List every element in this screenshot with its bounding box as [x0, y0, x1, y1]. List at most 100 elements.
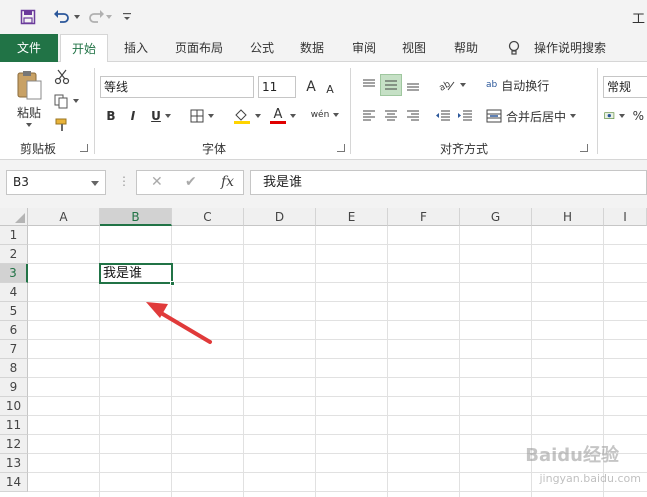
row-header-1[interactable]: 1	[0, 226, 28, 245]
ribbon-tabs: 文件 开始 插入 页面布局 公式 数据 审阅 视图 帮助 操作说明搜索	[0, 34, 647, 63]
bold-button[interactable]: B	[102, 106, 120, 126]
row-header-13[interactable]: 13	[0, 454, 28, 473]
tab-review[interactable]: 审阅	[342, 34, 386, 62]
paste-icon[interactable]	[12, 68, 46, 104]
fill-color-button[interactable]	[230, 106, 264, 126]
quick-access-toolbar: 工	[0, 0, 647, 34]
row-header-7[interactable]: 7	[0, 340, 28, 359]
formula-input[interactable]: 我是谁	[250, 170, 647, 195]
row-header-4[interactable]: 4	[0, 283, 28, 302]
underline-icon: U	[151, 109, 161, 123]
font-color-button[interactable]: A	[266, 106, 300, 126]
column-header-e[interactable]: E	[316, 208, 388, 226]
align-middle-icon[interactable]	[380, 74, 402, 96]
tab-view[interactable]: 视图	[392, 34, 436, 62]
undo-dropdown-icon[interactable]	[72, 7, 82, 27]
align-left-icon[interactable]	[358, 106, 380, 126]
underline-button[interactable]: U	[146, 106, 176, 126]
paste-button-label[interactable]: 粘贴	[10, 104, 48, 120]
format-painter-icon[interactable]	[52, 116, 72, 134]
name-box-dropdown-icon[interactable]	[91, 181, 99, 186]
insert-function-icon[interactable]: fx	[221, 174, 234, 190]
wrap-text-label: 自动换行	[501, 78, 550, 93]
row-header-3[interactable]: 3	[0, 264, 28, 283]
column-header-c[interactable]: C	[172, 208, 244, 226]
number-format-select[interactable]: 常规	[603, 76, 647, 98]
borders-button[interactable]	[186, 106, 218, 126]
row-header-2[interactable]: 2	[0, 245, 28, 264]
select-all-button[interactable]	[0, 208, 28, 226]
tell-me-search[interactable]: 操作说明搜索	[528, 34, 612, 62]
column-header-f[interactable]: F	[388, 208, 460, 226]
window-title-fragment: 工	[631, 12, 645, 27]
column-header-i[interactable]: I	[604, 208, 647, 226]
tab-help[interactable]: 帮助	[444, 34, 488, 62]
orientation-button[interactable]: ab	[434, 74, 470, 96]
save-icon[interactable]	[18, 7, 38, 27]
row-header-8[interactable]: 8	[0, 359, 28, 378]
name-box[interactable]: B3	[6, 170, 106, 195]
clipboard-launcher-icon[interactable]	[80, 144, 88, 152]
orientation-icon: ab	[438, 79, 455, 92]
watermark-logo: Baidu经验	[525, 445, 619, 466]
redo-dropdown-icon[interactable]	[104, 7, 114, 27]
alignment-launcher-icon[interactable]	[580, 144, 588, 152]
decrease-indent-icon[interactable]	[432, 106, 454, 126]
tab-file[interactable]: 文件	[0, 34, 58, 62]
paste-dropdown-icon[interactable]	[22, 120, 36, 130]
row-header-5[interactable]: 5	[0, 302, 28, 321]
italic-button[interactable]: I	[124, 106, 142, 126]
formula-bar-grip-icon[interactable]: ⋮	[118, 174, 130, 188]
worksheet-grid: A B C D E F G H I 1 2 3 4 5 6 7 8 9 10 1…	[0, 208, 647, 497]
font-color-icon: A	[270, 108, 286, 124]
redo-icon[interactable]	[86, 7, 106, 27]
font-group-label: 字体	[202, 142, 227, 156]
font-name-select[interactable]: 等线	[100, 76, 254, 98]
tab-home[interactable]: 开始	[60, 34, 108, 63]
copy-icon[interactable]	[52, 92, 80, 110]
align-top-icon[interactable]	[358, 74, 380, 96]
undo-icon[interactable]	[50, 7, 74, 27]
enter-icon[interactable]: ✔	[185, 174, 197, 190]
row-header-9[interactable]: 9	[0, 378, 28, 397]
customize-qat-icon[interactable]	[120, 7, 134, 27]
merge-center-button[interactable]: 合并后居中	[486, 106, 586, 126]
percent-icon[interactable]: %	[633, 109, 644, 123]
accounting-format-button[interactable]: %	[604, 106, 644, 126]
grow-font-icon: A	[306, 79, 316, 95]
font-launcher-icon[interactable]	[337, 144, 345, 152]
column-header-h[interactable]: H	[532, 208, 604, 226]
row-header-14[interactable]: 14	[0, 473, 28, 492]
cancel-icon[interactable]: ✕	[151, 174, 163, 190]
wrap-text-button[interactable]: ab 自动换行	[486, 74, 566, 96]
row-header-11[interactable]: 11	[0, 416, 28, 435]
formula-bar-buttons: ✕ ✔ fx	[136, 170, 244, 195]
row-header-12[interactable]: 12	[0, 435, 28, 454]
bold-icon: B	[106, 109, 116, 123]
column-header-a[interactable]: A	[28, 208, 100, 226]
formula-bar: B3 ⋮ ✕ ✔ fx 我是谁	[0, 160, 647, 208]
shrink-font-button[interactable]: A	[322, 78, 338, 100]
font-size-select[interactable]: 11	[258, 76, 296, 98]
tab-data[interactable]: 数据	[290, 34, 334, 62]
row-header-10[interactable]: 10	[0, 397, 28, 416]
merge-center-label: 合并后居中	[506, 109, 567, 124]
align-bottom-icon[interactable]	[402, 74, 424, 96]
phonetic-guide-button[interactable]: wén	[308, 104, 342, 126]
column-header-g[interactable]: G	[460, 208, 532, 226]
cut-icon[interactable]	[52, 68, 72, 86]
italic-icon: I	[130, 109, 136, 123]
row-header-6[interactable]: 6	[0, 321, 28, 340]
fill-color-icon	[234, 109, 250, 124]
shrink-font-icon: A	[326, 82, 334, 96]
align-center-icon[interactable]	[380, 106, 402, 126]
tab-page-layout[interactable]: 页面布局	[166, 34, 232, 62]
column-header-b[interactable]: B	[100, 208, 172, 226]
align-right-icon[interactable]	[402, 106, 424, 126]
column-header-d[interactable]: D	[244, 208, 316, 226]
grow-font-button[interactable]: A	[302, 76, 320, 98]
increase-indent-icon[interactable]	[454, 106, 476, 126]
ribbon-home: 粘贴 剪贴板 等线 11 A A B I U A wén 字体 ab ab 自动…	[0, 62, 647, 160]
tab-formulas[interactable]: 公式	[240, 34, 284, 62]
tab-insert[interactable]: 插入	[114, 34, 158, 62]
